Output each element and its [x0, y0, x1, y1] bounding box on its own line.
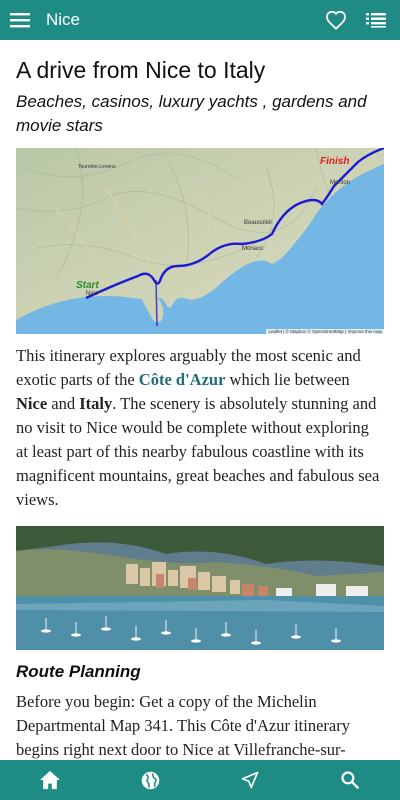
- cote-dazur-link[interactable]: Côte d'Azur: [139, 370, 226, 389]
- nav-directions-button[interactable]: [220, 760, 280, 800]
- map-place-tourrette: Tourrette-Levens: [78, 164, 116, 170]
- map-place-menton: Menton: [330, 180, 351, 186]
- article-content[interactable]: A drive from Nice to Italy Beaches, casi…: [0, 40, 400, 760]
- map-place-beausoleil: Beausoleil: [244, 220, 272, 226]
- section-heading-route-planning: Route Planning: [16, 662, 141, 681]
- search-icon: [341, 771, 360, 790]
- favorite-button[interactable]: [316, 0, 356, 40]
- intro-text-3: and: [47, 394, 80, 413]
- hamburger-menu-icon: [10, 13, 30, 28]
- intro-bold-italy: Italy: [79, 394, 113, 413]
- map-place-monaco: Monaco: [242, 246, 264, 252]
- villefranche-photo: [16, 526, 384, 650]
- top-app-bar: Nice: [0, 0, 400, 40]
- nav-home-button[interactable]: [20, 760, 80, 800]
- map-place-nice: Nice: [86, 291, 99, 297]
- navigation-arrow-icon: [241, 771, 259, 789]
- map-attribution[interactable]: Leaflet | © Mapbox © OpenStreetMap | Imp…: [266, 329, 384, 334]
- heart-icon: [325, 10, 347, 30]
- list-icon: [366, 13, 386, 28]
- intro-bold-nice: Nice: [16, 394, 48, 413]
- bottom-navigation: [0, 760, 400, 800]
- intro-paragraph: This itinerary explores arguably the mos…: [16, 344, 384, 512]
- map-start-label: Start: [76, 280, 99, 291]
- route-planning-paragraph: Before you begin: Get a copy of the Mich…: [16, 692, 350, 759]
- page-subtitle: Beaches, casinos, luxury yachts , garden…: [16, 92, 367, 135]
- route-map[interactable]: Start Finish Nice Monaco Beausoleil Ment…: [16, 148, 384, 334]
- app-bar-title: Nice: [46, 10, 81, 29]
- home-icon: [40, 770, 60, 790]
- map-finish-label: Finish: [320, 156, 350, 167]
- list-button[interactable]: [356, 0, 396, 40]
- nav-explore-button[interactable]: [120, 760, 180, 800]
- intro-text-2: which lie between: [225, 370, 350, 389]
- page-title: A drive from Nice to Italy: [16, 57, 266, 83]
- nav-search-button[interactable]: [320, 760, 380, 800]
- map-graphic: [16, 148, 384, 334]
- menu-button[interactable]: [2, 0, 38, 40]
- globe-icon: [141, 771, 159, 789]
